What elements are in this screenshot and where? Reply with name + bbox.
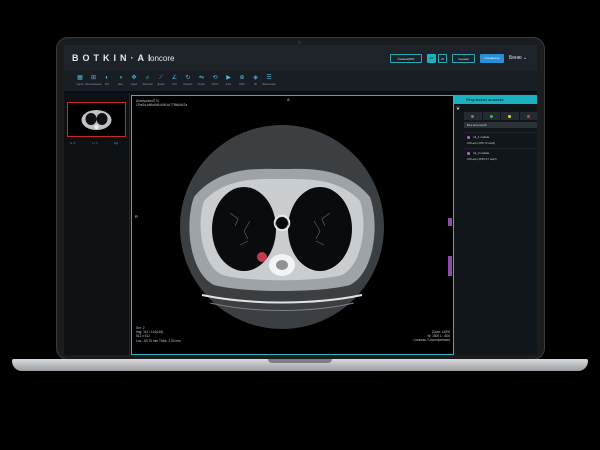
nodule-marker-icon: [467, 136, 470, 139]
report-icon: ☰: [266, 75, 272, 81]
patient-id: 1Pat1d:bb5a9d9-b5ff-4c77f6bb0d7a: [136, 103, 187, 108]
app-header: BOTKIN·AI oncore Снимок(ИИ) 1/1 Ø Снимки…: [64, 45, 537, 71]
filter-purple[interactable]: [464, 112, 482, 120]
green-dot-icon: [489, 114, 493, 118]
tool-report-button[interactable]: ☰ Заключение: [259, 74, 279, 90]
user-menu[interactable]: Беню ⌄: [509, 55, 527, 61]
ai-snapshot-button[interactable]: Снимок(ИИ): [390, 54, 422, 63]
nodule-marker-icon: [467, 152, 470, 155]
yellow-dot-icon: [508, 114, 512, 118]
compression-info: Lossless / Uncompressed: [413, 338, 451, 343]
user-name: Беню: [509, 55, 522, 61]
laptop-notch: [268, 359, 332, 363]
results-header: Результаты анализа: [454, 95, 537, 104]
nodule-name: ml_2 nodule: [473, 151, 490, 155]
nodule-highlight: [257, 252, 267, 262]
nodule-item[interactable]: ml_1 nodule Объем (195.72 мм3): [464, 132, 537, 146]
nodule-volume: Объем (1195.37 мм3): [467, 157, 497, 161]
product-name: oncore: [150, 54, 175, 63]
filter-green[interactable]: [482, 112, 500, 120]
nodule-volume: Объем (195.72 мм3): [467, 141, 496, 145]
view-single-button[interactable]: 1/1: [427, 54, 436, 63]
nodule-name: ml_1 nodule: [473, 135, 490, 139]
series-thumbnail[interactable]: [67, 102, 126, 137]
tools-toolbar: ▦ Серии ⊞ Расположение ◐ W/L ◑ Цвет ✥ Сдвиг ⌕ Масшт…: [64, 71, 537, 92]
images-button[interactable]: Снимки: [452, 54, 475, 63]
app-screen: BOTKIN·AI oncore Снимок(ИИ) 1/1 Ø Снимки…: [64, 45, 537, 355]
purple-dot-icon: [471, 114, 475, 118]
thumbnail-badge: Сд: [114, 141, 118, 145]
red-dot-icon: [526, 114, 530, 118]
nodule-item[interactable]: ml_2 nodule Объем (1195.37 мм3): [464, 148, 537, 162]
analysis-results-panel: Результаты анализа ❦ Без категорий ml_1 …: [454, 93, 537, 355]
chevron-down-icon: ⌄: [522, 55, 528, 61]
lungs-icon: ❦: [456, 106, 461, 112]
category-filter: [464, 112, 537, 120]
bottom-left-overlay: Ser: 2 Img: 114 / 114(144) 512 x 512 Loc…: [136, 326, 181, 343]
thumbnail-count-label: 1 / 1: [92, 141, 98, 145]
filter-yellow[interactable]: [501, 112, 519, 120]
view-toggle-button[interactable]: Ø: [438, 54, 447, 63]
category-selector[interactable]: Без категорий: [464, 122, 537, 128]
slice-location: Loc: -50.75 mm Thick: 2.50 mm: [136, 338, 181, 343]
series-thumbnails-panel: S: 2 1 / 1 Сд: [64, 93, 130, 355]
filter-red[interactable]: [519, 112, 537, 120]
slice-marker-upper[interactable]: [448, 218, 452, 226]
thumbnail-series-label: S: 2: [70, 141, 76, 145]
orientation-marker-left: R: [135, 214, 138, 219]
slice-marker-lower[interactable]: [448, 256, 452, 276]
webcam: [298, 41, 301, 44]
save-button[interactable]: Сохранить: [480, 54, 504, 63]
brand-logo: BOTKIN·AI: [72, 53, 155, 63]
bottom-right-overlay: Zoom: 163% W: 1500 L: -600 Lossless / Un…: [402, 330, 451, 343]
thumbnail-ct-image: [81, 110, 112, 130]
image-viewport[interactable]: Anonymized774 1Pat1d:bb5a9d9-b5ff-4c77f6…: [131, 95, 454, 355]
orientation-marker-top: A: [287, 97, 290, 102]
ct-scan-image: [180, 125, 384, 329]
top-left-overlay: Anonymized774 1Pat1d:bb5a9d9-b5ff-4c77f6…: [136, 99, 187, 107]
tool-label: Заключение: [262, 83, 276, 86]
